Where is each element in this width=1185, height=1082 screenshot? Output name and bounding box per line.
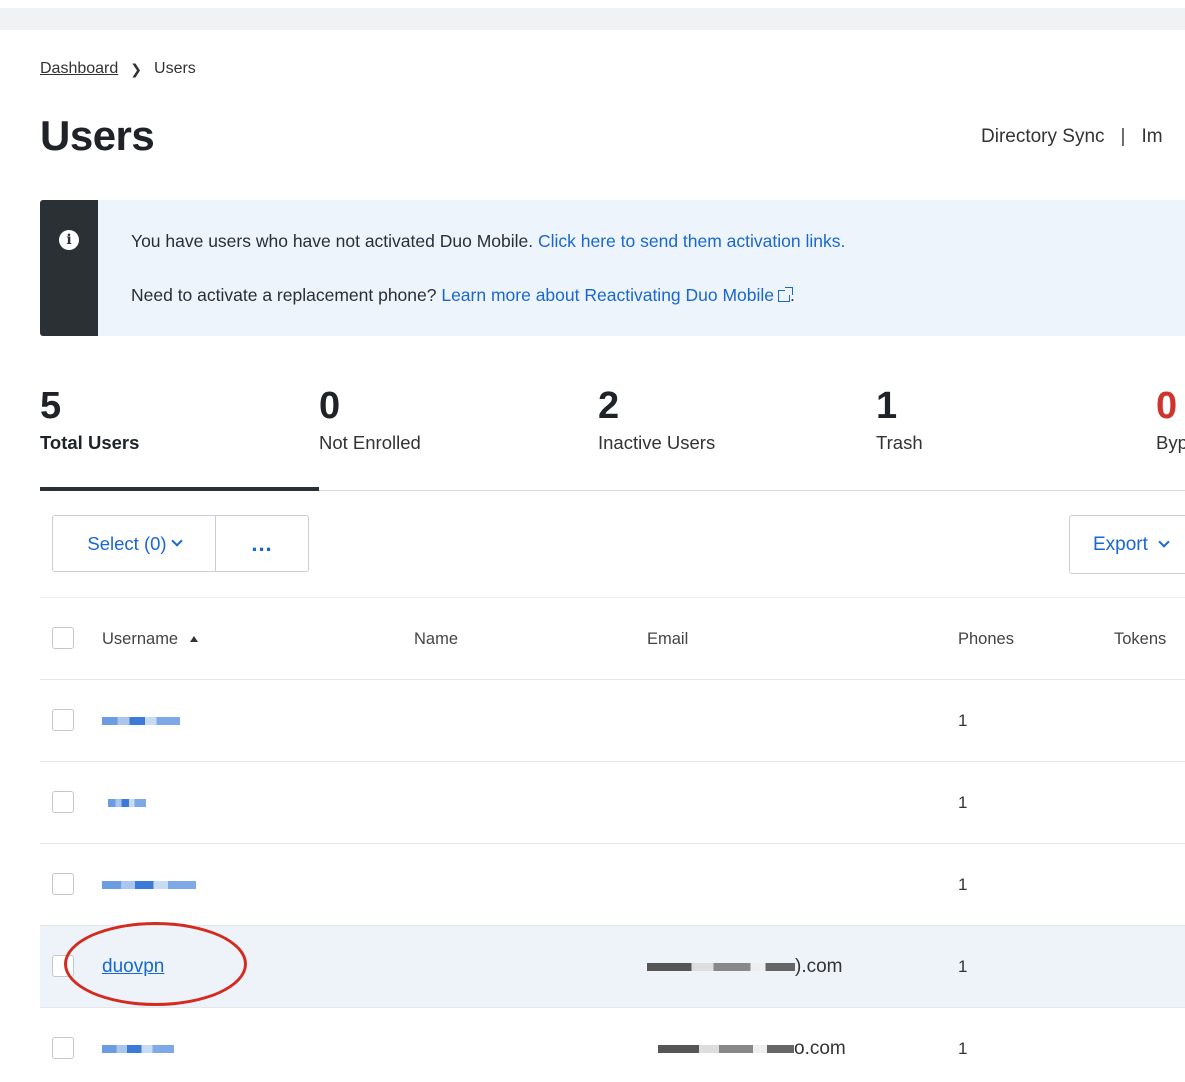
user-stats-tabs: 5 Total Users 0 Not Enrolled 2 Inactive … (40, 382, 1185, 492)
column-phones[interactable]: Phones (958, 598, 1014, 680)
alert-line-1-text: You have users who have not activated Du… (131, 231, 538, 251)
email-cell: ).com (647, 926, 843, 1008)
table-row: 1 (40, 679, 1185, 761)
stat-label: Inactive Users (598, 432, 716, 453)
table-row: o.com 1 (40, 1007, 1185, 1081)
tab-bypass[interactable]: 0 Byp (1156, 382, 1185, 490)
email-suffix: o.com (794, 1038, 846, 1059)
username-cell[interactable] (102, 762, 146, 844)
annotation-circle (64, 922, 247, 1006)
external-link-icon (778, 287, 794, 302)
chevron-down-icon (170, 535, 183, 547)
stat-value: 5 (40, 385, 62, 427)
reactivating-duo-mobile-link[interactable]: Learn more about Reactivating Duo Mobile (441, 285, 794, 305)
redacted-email (658, 1045, 794, 1053)
column-name[interactable]: Name (414, 598, 458, 680)
select-dropdown-button[interactable]: Select (0) (53, 516, 216, 571)
phones-cell: 1 (958, 711, 968, 730)
table-row: 1 (40, 843, 1185, 925)
alert-line-1: You have users who have not activated Du… (131, 231, 845, 252)
export-dropdown-button[interactable]: Export (1069, 515, 1185, 574)
breadcrumb-dashboard-link[interactable]: Dashboard (40, 60, 118, 78)
stat-value: 2 (598, 385, 620, 427)
row-checkbox[interactable] (52, 791, 74, 813)
row-checkbox[interactable] (52, 709, 74, 731)
alert-line-2: Need to activate a replacement phone? Le… (131, 285, 795, 306)
top-bar (0, 8, 1185, 30)
column-email[interactable]: Email (647, 598, 688, 680)
breadcrumb: Dashboard ❯ Users (40, 60, 196, 78)
redacted-email (647, 963, 795, 971)
phones-cell: 1 (958, 957, 968, 976)
row-checkbox[interactable] (52, 873, 74, 895)
breadcrumb-current: Users (154, 60, 196, 77)
stat-label: Total Users (40, 432, 140, 453)
bulk-actions-group: Select (0) ... (52, 515, 309, 572)
activation-alert: i You have users who have not activated … (40, 200, 1185, 336)
more-actions-button[interactable]: ... (216, 516, 308, 571)
chevron-down-icon (1158, 536, 1170, 548)
redacted-username[interactable] (108, 799, 146, 807)
import-link[interactable]: Im (1141, 126, 1162, 148)
phones-cell: 1 (958, 1039, 968, 1058)
select-all-checkbox[interactable] (52, 627, 74, 649)
phones-cell: 1 (958, 793, 968, 812)
stat-value: 1 (876, 385, 898, 427)
redacted-username[interactable] (102, 717, 180, 725)
column-username-label: Username (102, 629, 179, 648)
select-label: Select (0) (87, 532, 167, 554)
redacted-username[interactable] (102, 881, 196, 889)
username-cell[interactable] (102, 680, 180, 762)
top-actions: Directory Sync | Im (981, 126, 1163, 148)
column-tokens[interactable]: Tokens (1114, 598, 1166, 680)
table-row: 1 (40, 761, 1185, 843)
email-cell: o.com (658, 1008, 846, 1082)
stat-value: 0 (319, 385, 341, 427)
info-icon: i (59, 230, 79, 250)
separator: | (1120, 126, 1126, 147)
phones-cell: 1 (958, 875, 968, 894)
column-username[interactable]: Username (102, 598, 199, 680)
page-title: Users (40, 112, 155, 159)
tab-inactive-users[interactable]: 2 Inactive Users (598, 382, 715, 490)
export-label: Export (1093, 533, 1148, 555)
username-cell[interactable] (102, 1008, 174, 1082)
stat-value: 0 (1156, 385, 1178, 427)
tab-total-users[interactable]: 5 Total Users (40, 382, 139, 490)
chevron-right-icon: ❯ (130, 60, 143, 77)
table-header: Username Name Email Phones Tokens (40, 597, 1185, 679)
tab-not-enrolled[interactable]: 0 Not Enrolled (319, 382, 421, 490)
redacted-username[interactable] (102, 1045, 174, 1053)
reactivating-link-label: Learn more about Reactivating Duo Mobile (441, 285, 775, 305)
directory-sync-link[interactable]: Directory Sync (981, 126, 1105, 148)
sort-ascending-icon (190, 636, 199, 642)
tab-trash[interactable]: 1 Trash (876, 382, 923, 490)
send-activation-links-link[interactable]: Click here to send them activation links… (538, 231, 845, 251)
username-cell[interactable] (102, 844, 196, 926)
alert-strip: i (40, 200, 98, 336)
row-checkbox[interactable] (52, 1037, 74, 1059)
email-suffix: ).com (795, 956, 843, 977)
active-tab-indicator (40, 487, 319, 491)
stat-label: Trash (876, 432, 923, 453)
stat-label: Byp (1156, 432, 1185, 453)
stat-label: Not Enrolled (319, 432, 421, 453)
alert-line-2-text: Need to activate a replacement phone? (131, 285, 442, 305)
